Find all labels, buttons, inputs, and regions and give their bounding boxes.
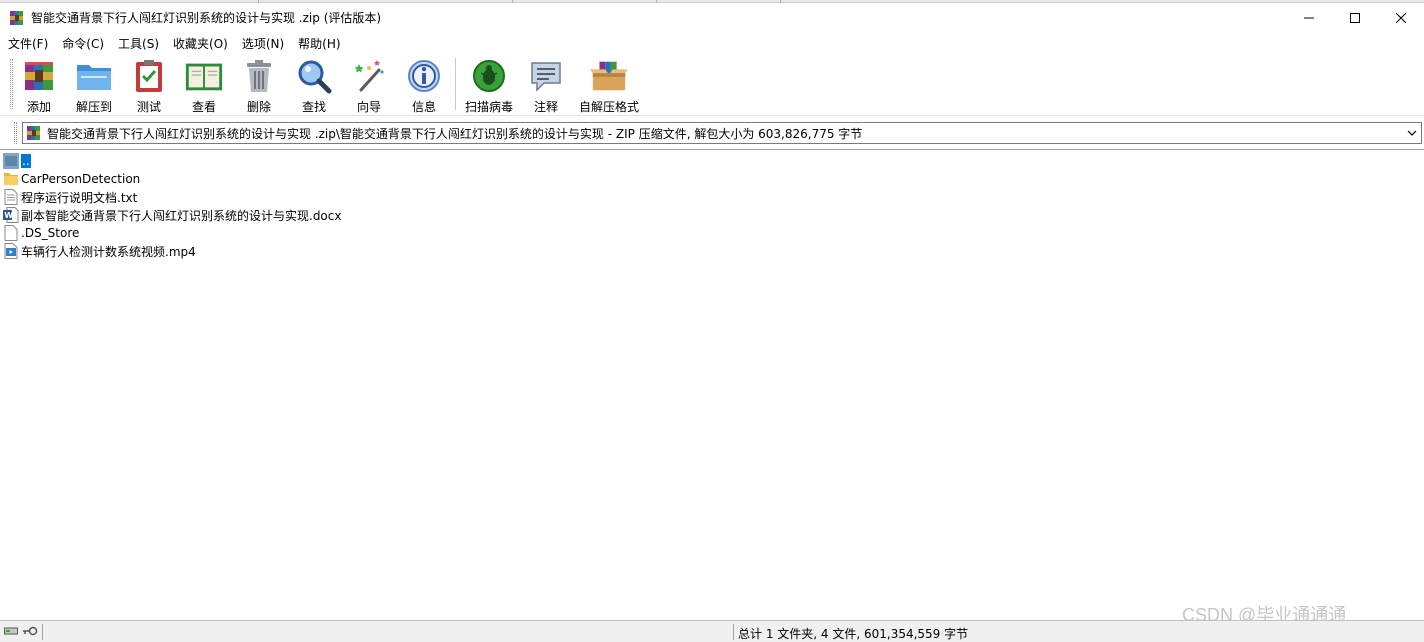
sfx-button[interactable]: 自解压格式: [578, 57, 640, 115]
file-name: 车辆行人检测计数系统视频.mp4: [21, 244, 196, 259]
address-row: 智能交通背景下行人闯红灯识别系统的设计与实现 .zip\智能交通背景下行人闯红灯…: [0, 119, 1424, 147]
video-file-icon: [3, 243, 19, 259]
minimize-button[interactable]: [1286, 3, 1332, 32]
file-name: CarPersonDetection: [21, 172, 141, 186]
title-bar: 智能交通背景下行人闯红灯识别系统的设计与实现 .zip (评估版本): [0, 3, 1424, 32]
magnifier-icon: [294, 57, 334, 94]
delete-label: 删除: [246, 100, 271, 114]
status-icons: [4, 625, 38, 640]
book-view-icon: [184, 57, 224, 94]
window-title: 智能交通背景下行人闯红灯识别系统的设计与实现 .zip (评估版本): [31, 11, 382, 25]
maximize-button[interactable]: [1332, 3, 1378, 32]
menu-options[interactable]: 选项(N): [242, 35, 284, 52]
list-item-folder[interactable]: CarPersonDetection: [3, 170, 140, 188]
toolbar-grip[interactable]: [10, 59, 13, 109]
magic-wand-icon: [349, 57, 389, 94]
comment-bubble-icon: [526, 57, 566, 94]
view-button[interactable]: 查看: [182, 57, 226, 115]
trash-can-icon: [239, 57, 279, 94]
scan-virus-label: 扫描病毒: [464, 100, 513, 114]
menu-file[interactable]: 文件(F): [8, 35, 48, 52]
test-button[interactable]: 测试: [129, 57, 169, 115]
folder-extract-icon: [74, 57, 114, 94]
archive-icon: [26, 125, 42, 141]
status-bar: 总计 1 文件夹, 4 文件, 601,354,559 字节: [0, 620, 1424, 642]
blank-file-icon: [3, 225, 19, 241]
sfx-box-icon: [589, 57, 629, 94]
add-button[interactable]: 添加: [19, 57, 59, 115]
address-path: 智能交通背景下行人闯红灯识别系统的设计与实现 .zip\智能交通背景下行人闯红灯…: [47, 126, 863, 141]
chevron-down-icon[interactable]: [1405, 126, 1419, 140]
close-icon: [1396, 12, 1406, 23]
svg-text:W: W: [4, 211, 13, 220]
minimize-icon: [1304, 17, 1314, 18]
list-item-ds-store[interactable]: .DS_Store: [3, 224, 79, 242]
key-icon[interactable]: [22, 625, 38, 640]
comment-label: 注释: [533, 100, 558, 114]
menu-bar: 文件(F) 命令(C) 工具(S) 收藏夹(O) 选项(N) 帮助(H): [0, 33, 1424, 53]
test-label: 测试: [136, 100, 161, 114]
menu-tools[interactable]: 工具(S): [118, 35, 159, 52]
menu-help[interactable]: 帮助(H): [298, 35, 340, 52]
list-item-docx[interactable]: W 副本智能交通背景下行人闯红灯识别系统的设计与实现.docx: [3, 206, 341, 224]
status-divider: [42, 624, 43, 640]
status-summary: 总计 1 文件夹, 4 文件, 601,354,559 字节: [738, 627, 969, 641]
parent-folder-icon: [3, 153, 19, 169]
find-label: 查找: [301, 100, 326, 114]
address-grip[interactable]: [14, 122, 17, 144]
extract-to-label: 解压到: [75, 100, 112, 114]
status-divider: [733, 624, 734, 640]
file-name: 副本智能交通背景下行人闯红灯识别系统的设计与实现.docx: [21, 208, 342, 223]
list-item-mp4[interactable]: 车辆行人检测计数系统视频.mp4: [3, 242, 196, 260]
find-button[interactable]: 查找: [294, 57, 334, 115]
close-button[interactable]: [1378, 3, 1424, 32]
toolbar-separator: [455, 58, 456, 110]
virus-scan-icon: [469, 57, 509, 94]
file-name: ..: [21, 154, 31, 168]
wizard-label: 向导: [356, 100, 381, 114]
scan-virus-button[interactable]: 扫描病毒: [463, 57, 515, 115]
add-label: 添加: [26, 100, 51, 114]
view-label: 查看: [191, 100, 216, 114]
info-icon: [404, 57, 444, 94]
clipboard-check-icon: [129, 57, 169, 94]
file-name: .DS_Store: [21, 226, 80, 240]
sfx-label: 自解压格式: [578, 100, 639, 114]
list-item-txt[interactable]: 程序运行说明文档.txt: [3, 188, 137, 206]
list-item-parent[interactable]: ..: [3, 152, 31, 170]
file-list[interactable]: .. CarPersonDetection 程序运行说明文档.txt W 副本智…: [0, 149, 1424, 619]
maximize-icon: [1350, 12, 1360, 23]
delete-button[interactable]: 删除: [239, 57, 279, 115]
archive-add-icon: [19, 57, 59, 94]
info-label: 信息: [411, 100, 436, 114]
file-name: 程序运行说明文档.txt: [21, 190, 138, 205]
address-combobox[interactable]: 智能交通背景下行人闯红灯识别系统的设计与实现 .zip\智能交通背景下行人闯红灯…: [22, 122, 1422, 144]
window-controls: [1286, 3, 1424, 32]
comment-button[interactable]: 注释: [526, 57, 566, 115]
word-file-icon: W: [3, 207, 19, 223]
folder-icon: [3, 171, 19, 187]
extract-to-button[interactable]: 解压到: [72, 57, 116, 115]
menu-commands[interactable]: 命令(C): [62, 35, 104, 52]
drive-icon[interactable]: [4, 625, 18, 640]
winrar-app-icon: [9, 10, 25, 26]
text-file-icon: [3, 189, 19, 205]
info-button[interactable]: 信息: [404, 57, 444, 115]
toolbar: 添加 解压到 测试 查看 删除 查找 向导 信息 扫描病毒 注释 自解压格式: [0, 53, 1424, 116]
menu-favorites[interactable]: 收藏夹(O): [173, 35, 228, 52]
wizard-button[interactable]: 向导: [349, 57, 389, 115]
